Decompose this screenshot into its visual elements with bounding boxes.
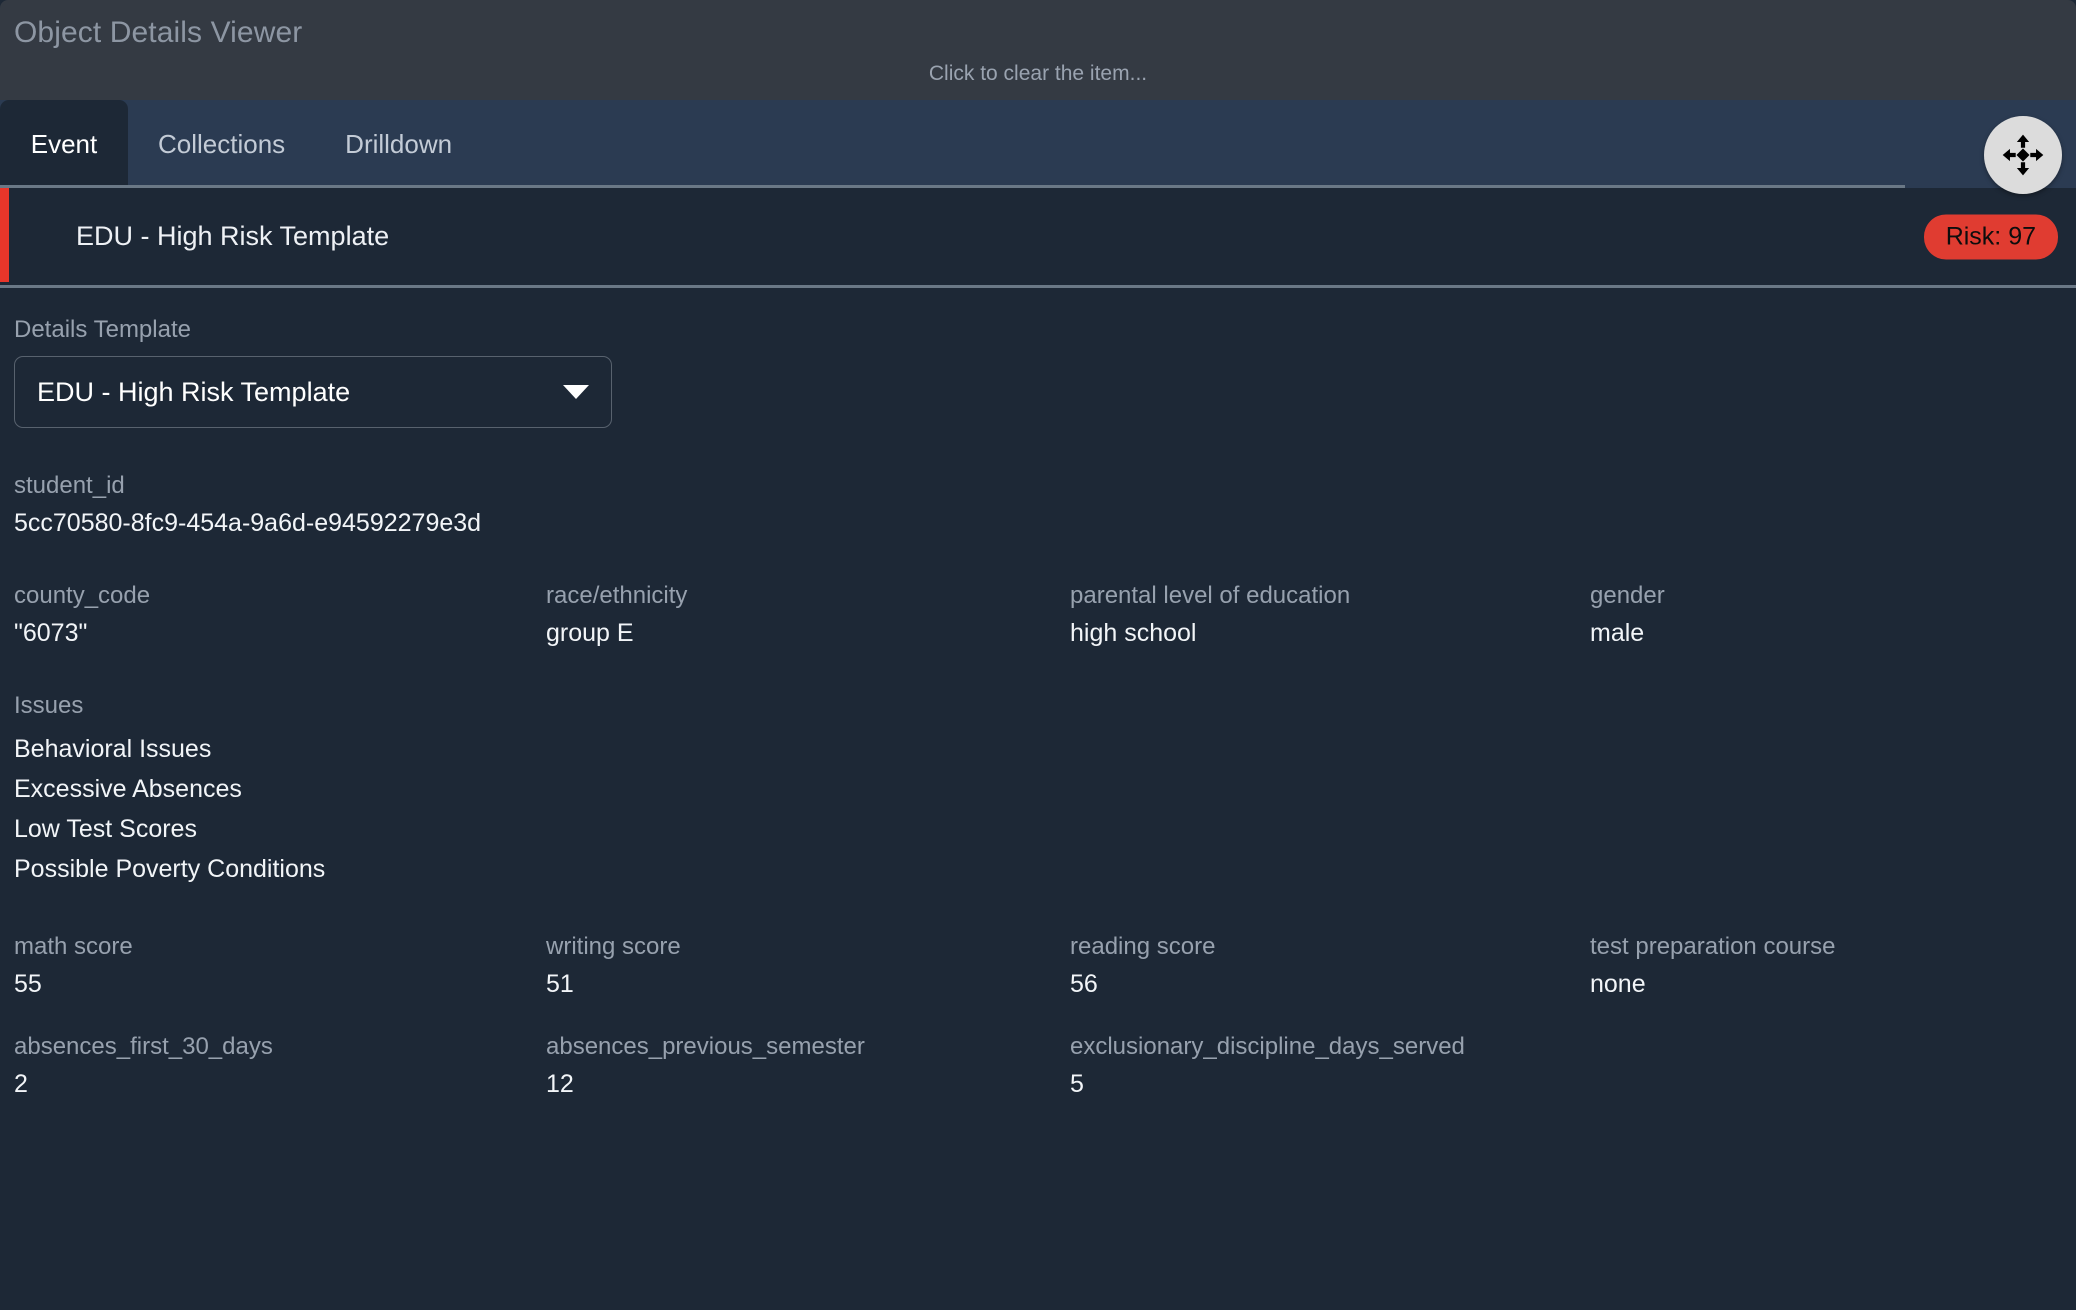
list-item: Behavioral Issues	[14, 729, 2062, 769]
field-label: test preparation course	[1590, 933, 2062, 961]
list-item: Low Test Scores	[14, 809, 2062, 849]
field-label: race/ethnicity	[546, 582, 1070, 610]
risk-accent-bar	[0, 188, 9, 282]
details-template-value: EDU - High Risk Template	[37, 377, 549, 408]
student-id-label: student_id	[14, 472, 2062, 500]
field-math-score: math score 55	[14, 933, 546, 999]
field-value: 12	[546, 1070, 1070, 1099]
field-label: exclusionary_discipline_days_served	[1070, 1033, 1590, 1061]
field-absences-first-30-days: absences_first_30_days 2	[14, 1033, 546, 1099]
field-value: 55	[14, 970, 546, 999]
field-label: county_code	[14, 582, 546, 610]
tab-strip-spacer	[482, 100, 1992, 188]
issues-label: Issues	[14, 692, 2062, 720]
details-template-label: Details Template	[14, 316, 2062, 344]
list-item: Possible Poverty Conditions	[14, 849, 2062, 889]
field-gender: gender male	[1590, 582, 2062, 648]
field-exclusionary-discipline-days-served: exclusionary_discipline_days_served 5	[1070, 1033, 1590, 1099]
move-arrows-icon[interactable]	[1984, 116, 2062, 194]
tab-event[interactable]: Event	[0, 100, 128, 188]
item-title-row[interactable]: EDU - High Risk Template Risk: 97	[0, 188, 2076, 288]
field-test-preparation-course: test preparation course none	[1590, 933, 2062, 999]
field-value: 56	[1070, 970, 1590, 999]
tab-strip: Event Collections Drilldown	[0, 100, 2076, 188]
demographics-row: county_code "6073" race/ethnicity group …	[14, 582, 2062, 648]
panel-header: Object Details Viewer Click to clear the…	[0, 0, 2076, 100]
details-body: Details Template EDU - High Risk Templat…	[0, 288, 2076, 1310]
issues-list: Behavioral Issues Excessive Absences Low…	[14, 729, 2062, 889]
field-label: gender	[1590, 582, 2062, 610]
field-label: absences_first_30_days	[14, 1033, 546, 1061]
field-value: high school	[1070, 619, 1590, 648]
object-details-viewer: Object Details Viewer Click to clear the…	[0, 0, 2076, 1310]
item-title: EDU - High Risk Template	[76, 221, 389, 252]
tab-collections-label: Collections	[158, 129, 285, 160]
clear-item-hint[interactable]: Click to clear the item...	[0, 62, 2076, 86]
field-label: writing score	[546, 933, 1070, 961]
issues-field: Issues Behavioral Issues Excessive Absen…	[14, 692, 2062, 889]
field-label: absences_previous_semester	[546, 1033, 1070, 1061]
details-template-select[interactable]: EDU - High Risk Template	[14, 356, 612, 428]
scores-row: math score 55 writing score 51 reading s…	[14, 933, 2062, 999]
field-label: parental level of education	[1070, 582, 1590, 610]
student-id-value: 5cc70580-8fc9-454a-9a6d-e94592279e3d	[14, 509, 2062, 538]
list-item: Excessive Absences	[14, 769, 2062, 809]
field-absences-previous-semester: absences_previous_semester 12	[546, 1033, 1070, 1099]
tab-drilldown-label: Drilldown	[345, 129, 452, 160]
field-race-ethnicity: race/ethnicity group E	[546, 582, 1070, 648]
field-writing-score: writing score 51	[546, 933, 1070, 999]
field-reading-score: reading score 56	[1070, 933, 1590, 999]
field-value: male	[1590, 619, 2062, 648]
status-badge[interactable]: Risk: 97	[1924, 214, 2058, 259]
field-value: 2	[14, 1070, 546, 1099]
field-value: "6073"	[14, 619, 546, 648]
field-county-code: county_code "6073"	[14, 582, 546, 648]
page-title: Object Details Viewer	[14, 16, 302, 50]
field-value: group E	[546, 619, 1070, 648]
student-id-field: student_id 5cc70580-8fc9-454a-9a6d-e9459…	[14, 472, 2062, 538]
chevron-down-icon	[563, 385, 589, 399]
field-value: 5	[1070, 1070, 1590, 1099]
field-value: none	[1590, 970, 2062, 999]
field-parental-level-of-education: parental level of education high school	[1070, 582, 1590, 648]
field-label: math score	[14, 933, 546, 961]
tab-event-label: Event	[31, 129, 98, 160]
tab-collections[interactable]: Collections	[128, 100, 315, 188]
field-value: 51	[546, 970, 1070, 999]
absences-row: absences_first_30_days 2 absences_previo…	[14, 1033, 2062, 1099]
field-label: reading score	[1070, 933, 1590, 961]
absences-row-filler	[1590, 1033, 2062, 1099]
tab-drilldown[interactable]: Drilldown	[315, 100, 482, 188]
